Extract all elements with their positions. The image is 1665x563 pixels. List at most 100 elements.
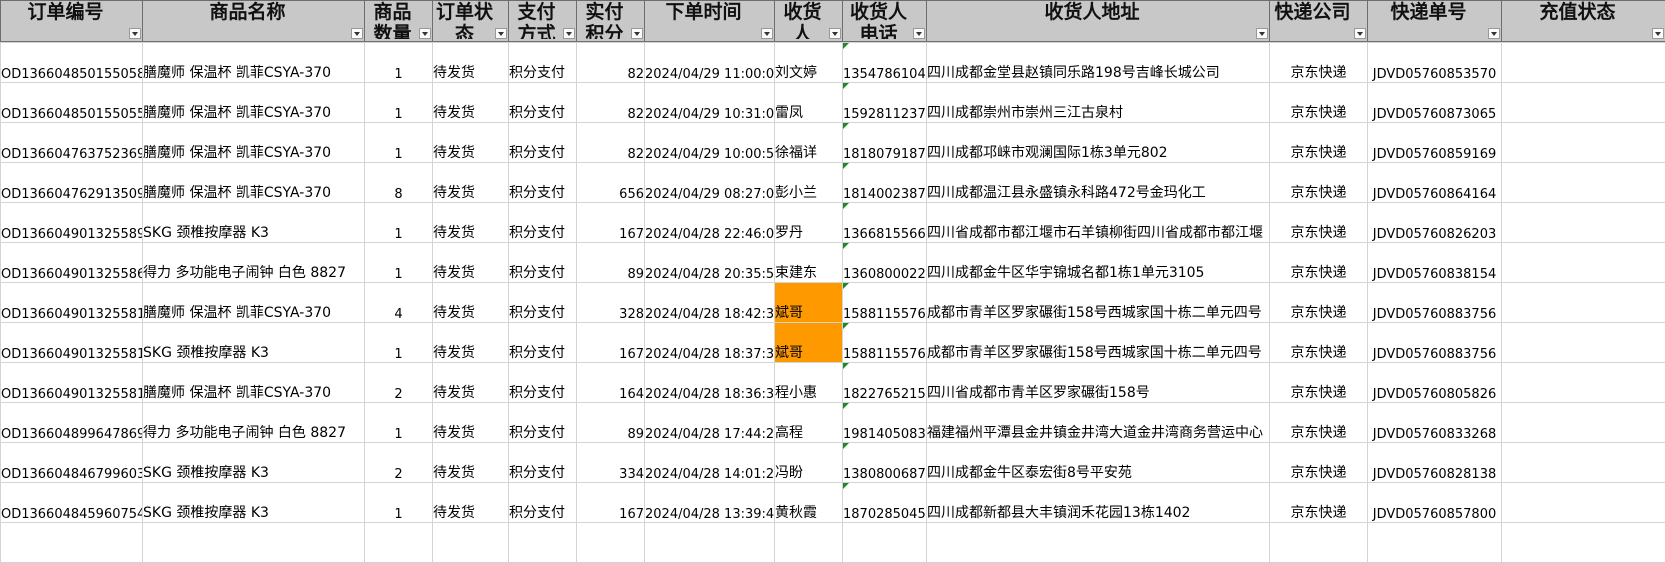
cell-payment-method[interactable]: 积分支付 [509,43,577,83]
cell-receiver-address[interactable]: 四川成都新都县大丰镇润禾花园13栋1402 [927,483,1270,523]
cell-receiver[interactable]: 罗丹 [775,203,843,243]
cell-recharge-status[interactable] [1502,323,1665,363]
filter-dropdown-icon[interactable] [129,28,141,39]
filter-dropdown-icon[interactable] [351,28,363,39]
empty-cell[interactable] [1,523,143,563]
cell-quantity[interactable]: 2 [365,443,433,483]
cell-order-id[interactable]: OD1366047629135092 [1,163,143,203]
cell-product-name[interactable]: 得力 多功能电子闹钟 白色 8827 [143,243,365,283]
cell-recharge-status[interactable] [1502,363,1665,403]
cell-product-name[interactable]: SKG 颈椎按摩器 K3 [143,483,365,523]
cell-courier[interactable]: 京东快递 [1270,163,1368,203]
filter-dropdown-icon[interactable] [631,28,643,39]
cell-receiver-address[interactable]: 四川成都金牛区华宇锦城名都1栋1单元3105 [927,243,1270,283]
cell-receiver-phone[interactable]: 15928112377 [843,83,927,123]
cell-receiver-address[interactable]: 四川成都金牛区泰宏街8号平安苑 [927,443,1270,483]
filter-dropdown-icon[interactable] [1256,28,1268,39]
cell-recharge-status[interactable] [1502,203,1665,243]
empty-cell[interactable] [645,523,775,563]
cell-order-status[interactable]: 待发货 [433,483,509,523]
empty-cell[interactable] [843,523,927,563]
cell-receiver-phone[interactable]: 18702850456 [843,483,927,523]
cell-receiver-phone[interactable]: 18227652150 [843,363,927,403]
cell-product-name[interactable]: 膳魔师 保温杯 凯菲CSYA-370 [143,83,365,123]
cell-receiver-address[interactable]: 成都市青羊区罗家碾街158号西城家国十栋二单元四号 [927,283,1270,323]
cell-points-paid[interactable]: 82 [577,83,645,123]
filter-dropdown-icon[interactable] [1354,28,1366,39]
cell-quantity[interactable]: 1 [365,123,433,163]
cell-receiver-phone[interactable]: 13808006873 [843,443,927,483]
empty-cell[interactable] [1270,523,1368,563]
cell-product-name[interactable]: 膳魔师 保温杯 凯菲CSYA-370 [143,283,365,323]
cell-receiver[interactable]: 刘文婷 [775,43,843,83]
cell-receiver-address[interactable]: 四川成都邛崃市观澜国际1栋3单元802 [927,123,1270,163]
cell-receiver-address[interactable]: 四川成都温江县永盛镇永科路472号金玛化工 [927,163,1270,203]
cell-receiver[interactable]: 高程 [775,403,843,443]
cell-courier[interactable]: 京东快递 [1270,243,1368,283]
cell-order-time[interactable]: 2024/04/28 14:01:21 [645,443,775,483]
header-receiver-phone[interactable]: 收货人电话 [843,1,927,42]
cell-product-name[interactable]: 膳魔师 保温杯 凯菲CSYA-370 [143,163,365,203]
cell-courier[interactable]: 京东快递 [1270,203,1368,243]
cell-order-id[interactable]: OD1366049013255810 [1,363,143,403]
cell-payment-method[interactable]: 积分支付 [509,283,577,323]
header-recharge-status[interactable]: 充值状态 [1502,1,1665,42]
cell-recharge-status[interactable] [1502,43,1665,83]
cell-quantity[interactable]: 2 [365,363,433,403]
cell-quantity[interactable]: 8 [365,163,433,203]
cell-tracking-number[interactable]: JDVD05760864164 [1368,163,1502,203]
cell-points-paid[interactable]: 89 [577,243,645,283]
cell-quantity[interactable]: 1 [365,403,433,443]
cell-tracking-number[interactable]: JDVD05760833268 [1368,403,1502,443]
cell-order-id[interactable]: OD1366048996478696 [1,403,143,443]
cell-order-status[interactable]: 待发货 [433,43,509,83]
filter-dropdown-icon[interactable] [563,28,575,39]
header-courier[interactable]: 快递公司 [1270,1,1368,42]
cell-tracking-number[interactable]: JDVD05760857800 [1368,483,1502,523]
cell-payment-method[interactable]: 积分支付 [509,203,577,243]
cell-product-name[interactable]: 得力 多功能电子闹钟 白色 8827 [143,403,365,443]
cell-points-paid[interactable]: 167 [577,203,645,243]
cell-courier[interactable]: 京东快递 [1270,83,1368,123]
cell-payment-method[interactable]: 积分支付 [509,363,577,403]
cell-receiver[interactable]: 彭小兰 [775,163,843,203]
empty-cell[interactable] [143,523,365,563]
filter-dropdown-icon[interactable] [1488,28,1500,39]
cell-recharge-status[interactable] [1502,83,1665,123]
cell-points-paid[interactable]: 164 [577,363,645,403]
cell-order-status[interactable]: 待发货 [433,243,509,283]
filter-dropdown-icon[interactable] [761,28,773,39]
cell-points-paid[interactable]: 82 [577,43,645,83]
cell-points-paid[interactable]: 167 [577,483,645,523]
filter-dropdown-icon[interactable] [1652,28,1664,39]
cell-points-paid[interactable]: 82 [577,123,645,163]
cell-recharge-status[interactable] [1502,163,1665,203]
cell-order-id[interactable]: OD1366048501550552 [1,83,143,123]
empty-cell[interactable] [927,523,1270,563]
empty-cell[interactable] [509,523,577,563]
cell-payment-method[interactable]: 积分支付 [509,83,577,123]
cell-payment-method[interactable]: 积分支付 [509,163,577,203]
cell-payment-method[interactable]: 积分支付 [509,323,577,363]
cell-recharge-status[interactable] [1502,243,1665,283]
cell-order-time[interactable]: 2024/04/28 13:39:49 [645,483,775,523]
cell-order-status[interactable]: 待发货 [433,323,509,363]
cell-order-status[interactable]: 待发货 [433,83,509,123]
cell-order-time[interactable]: 2024/04/28 18:37:39 [645,323,775,363]
cell-receiver[interactable]: 冯盼 [775,443,843,483]
cell-order-time[interactable]: 2024/04/29 11:00:08 [645,43,775,83]
empty-cell[interactable] [365,523,433,563]
cell-quantity[interactable]: 1 [365,483,433,523]
cell-receiver-highlighted[interactable]: 斌哥 [775,323,843,363]
cell-receiver-address[interactable]: 成都市青羊区罗家碾街158号西城家国十栋二单元四号 [927,323,1270,363]
cell-order-status[interactable]: 待发货 [433,443,509,483]
cell-points-paid[interactable]: 167 [577,323,645,363]
cell-order-id[interactable]: OD1366048467996037 [1,443,143,483]
cell-recharge-status[interactable] [1502,123,1665,163]
header-points-paid[interactable]: 实付积分 [577,1,645,42]
cell-points-paid[interactable]: 334 [577,443,645,483]
cell-recharge-status[interactable] [1502,283,1665,323]
cell-points-paid[interactable]: 656 [577,163,645,203]
cell-product-name[interactable]: 膳魔师 保温杯 凯菲CSYA-370 [143,363,365,403]
cell-tracking-number[interactable]: JDVD05760828138 [1368,443,1502,483]
